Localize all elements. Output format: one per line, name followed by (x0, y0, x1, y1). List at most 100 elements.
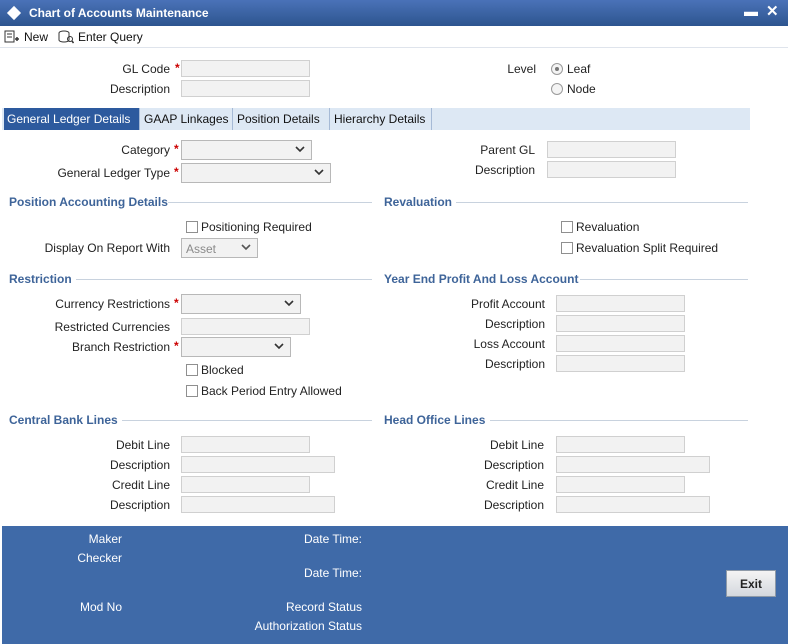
new-label: New (24, 30, 49, 44)
restriction-title: Restriction (9, 272, 72, 286)
back-period-checkbox[interactable] (186, 385, 198, 397)
cb-credit-line-input[interactable] (181, 476, 310, 493)
window-title: Chart of Accounts Maintenance (29, 6, 209, 20)
blocked-label: Blocked (201, 363, 244, 377)
description-input[interactable] (181, 80, 310, 97)
revaluation-split-checkbox[interactable] (561, 242, 573, 254)
enter-query-label: Enter Query (78, 30, 143, 44)
gl-code-label: GL Code (122, 62, 170, 76)
currency-restrictions-required: * (174, 296, 179, 310)
tab-general-ledger-details[interactable]: General Ledger Details (4, 108, 140, 130)
cb-credit-description-label: Description (109, 498, 170, 512)
cb-debit-line-label: Debit Line (115, 438, 170, 452)
ho-credit-line-input[interactable] (556, 476, 685, 493)
gl-type-required: * (174, 165, 179, 179)
parent-description-input[interactable] (547, 161, 676, 178)
maker-label: Maker (88, 532, 122, 546)
gl-code-input[interactable] (181, 60, 310, 77)
back-period-label: Back Period Entry Allowed (201, 384, 342, 398)
section-divider (76, 279, 372, 280)
restricted-currencies-label: Restricted Currencies (54, 320, 170, 334)
tab-position-details[interactable]: Position Details (234, 108, 330, 130)
currency-restrictions-label: Currency Restrictions (55, 297, 170, 311)
section-divider (490, 420, 748, 421)
positioning-required-checkbox[interactable] (186, 221, 198, 233)
gl-code-required: * (175, 61, 180, 75)
year-end-title: Year End Profit And Loss Account (384, 272, 579, 286)
gl-type-label: General Ledger Type (57, 166, 170, 180)
positioning-required-label: Positioning Required (201, 220, 312, 234)
category-required: * (174, 142, 179, 156)
level-node-radio[interactable] (551, 83, 563, 95)
parent-gl-label: Parent GL (480, 143, 535, 157)
section-divider (168, 202, 372, 203)
branch-restriction-label: Branch Restriction (71, 340, 170, 354)
chevron-down-icon (314, 169, 324, 176)
profit-account-label: Profit Account (470, 297, 545, 311)
restricted-currencies-input[interactable] (181, 318, 310, 335)
category-label: Category (121, 143, 170, 157)
ho-debit-description-label: Description (483, 458, 544, 472)
level-leaf-label: Leaf (567, 62, 591, 76)
exit-button[interactable]: Exit (726, 570, 776, 597)
loss-description-label: Description (484, 357, 545, 371)
chevron-down-icon (284, 300, 294, 307)
ho-credit-line-label: Credit Line (485, 478, 544, 492)
profit-description-label: Description (484, 317, 545, 331)
cb-credit-line-label: Credit Line (111, 478, 170, 492)
section-divider (456, 202, 748, 203)
minimize-icon[interactable]: ▬ (744, 3, 758, 19)
parent-gl-input[interactable] (547, 141, 676, 158)
profit-description-input[interactable] (556, 315, 685, 332)
tab-gaap-linkages[interactable]: GAAP Linkages (141, 108, 233, 130)
head-office-title: Head Office Lines (384, 413, 486, 427)
chevron-down-icon (295, 146, 305, 153)
branch-restriction-select[interactable] (181, 337, 291, 357)
chevron-down-icon (274, 343, 284, 350)
central-bank-title: Central Bank Lines (9, 413, 118, 427)
mod-no-label: Mod No (79, 600, 122, 614)
level-label: Level (507, 62, 536, 76)
level-node-label: Node (567, 82, 596, 96)
record-status-label: Record Status (285, 600, 362, 614)
ho-credit-description-label: Description (483, 498, 544, 512)
description-label: Description (109, 82, 170, 96)
display-on-report-label: Display On Report With (44, 241, 170, 255)
ho-debit-description-input[interactable] (556, 456, 710, 473)
checker-date-time-label: Date Time: (303, 566, 362, 580)
revaluation-checkbox[interactable] (561, 221, 573, 233)
display-on-report-value: Asset (186, 242, 217, 256)
loss-account-input[interactable] (556, 335, 685, 352)
enter-query-button[interactable]: Enter Query (58, 28, 143, 46)
ho-debit-line-input[interactable] (556, 436, 685, 453)
section-divider (122, 420, 372, 421)
tab-hierarchy-details[interactable]: Hierarchy Details (331, 108, 432, 130)
cb-debit-description-input[interactable] (181, 456, 335, 473)
chevron-down-icon (241, 244, 251, 251)
position-accounting-title: Position Accounting Details (9, 195, 168, 209)
level-leaf-radio[interactable] (551, 63, 563, 75)
section-divider (580, 279, 748, 280)
cb-debit-description-label: Description (109, 458, 170, 472)
revaluation-split-label: Revaluation Split Required (576, 241, 719, 255)
query-icon (58, 30, 74, 44)
currency-restrictions-select[interactable] (181, 294, 301, 314)
profit-account-input[interactable] (556, 295, 685, 312)
branch-restriction-required: * (174, 339, 179, 353)
cb-debit-line-input[interactable] (181, 436, 310, 453)
loss-description-input[interactable] (556, 355, 685, 372)
blocked-checkbox[interactable] (186, 364, 198, 376)
checker-label: Checker (77, 551, 122, 565)
revaluation-title: Revaluation (384, 195, 453, 209)
maker-date-time-label: Date Time: (303, 532, 362, 546)
display-on-report-select[interactable]: Asset (181, 238, 258, 258)
close-icon[interactable]: ✕ (766, 2, 779, 20)
revaluation-label: Revaluation (576, 220, 640, 234)
ho-credit-description-input[interactable] (556, 496, 710, 513)
loss-account-label: Loss Account (473, 337, 545, 351)
category-select[interactable] (181, 140, 312, 160)
new-button[interactable]: New (4, 28, 48, 46)
cb-credit-description-input[interactable] (181, 496, 335, 513)
gl-type-select[interactable] (181, 163, 331, 183)
ho-debit-line-label: Debit Line (489, 438, 544, 452)
